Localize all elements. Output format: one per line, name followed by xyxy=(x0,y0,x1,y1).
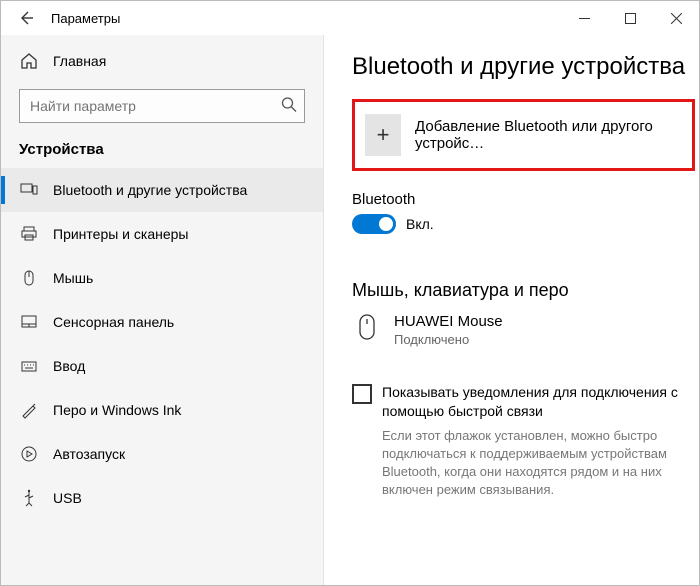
keyboard-icon xyxy=(19,357,39,375)
swift-pair-row: Показывать уведомления для подключения с… xyxy=(352,383,685,421)
sidebar-item-pen[interactable]: Перо и Windows Ink xyxy=(1,388,323,432)
devices-heading: Мышь, клавиатура и перо xyxy=(352,280,699,301)
window-controls xyxy=(561,1,699,35)
home-label: Главная xyxy=(53,53,106,69)
bluetooth-toggle-row: Вкл. xyxy=(352,214,699,234)
sidebar-item-mouse[interactable]: Мышь xyxy=(1,256,323,300)
sidebar-item-autoplay[interactable]: Автозапуск xyxy=(1,432,323,476)
page-title: Bluetooth и другие устройства xyxy=(352,53,699,81)
mouse-icon xyxy=(19,269,39,287)
pen-icon xyxy=(19,401,39,419)
arrow-left-icon xyxy=(18,10,34,26)
sidebar-item-touchpad[interactable]: Сенсорная панель xyxy=(1,300,323,344)
minimize-button[interactable] xyxy=(561,1,607,35)
sidebar-item-usb[interactable]: USB xyxy=(1,476,323,520)
maximize-button[interactable] xyxy=(607,1,653,35)
sidebar-item-label: Перо и Windows Ink xyxy=(53,402,181,418)
bluetooth-toggle[interactable] xyxy=(352,214,396,234)
sidebar-item-label: USB xyxy=(53,490,82,506)
devices-icon xyxy=(19,181,39,199)
sidebar-item-label: Принтеры и сканеры xyxy=(53,226,188,242)
bluetooth-heading: Bluetooth xyxy=(352,191,699,208)
swift-pair-checkbox[interactable] xyxy=(352,384,372,404)
device-name: HUAWEI Mouse xyxy=(394,313,503,330)
sidebar-item-label: Мышь xyxy=(53,270,93,286)
device-text: HUAWEI Mouse Подключено xyxy=(394,313,503,347)
sidebar-item-printers[interactable]: Принтеры и сканеры xyxy=(1,212,323,256)
sidebar-item-typing[interactable]: Ввод xyxy=(1,344,323,388)
usb-icon xyxy=(19,489,39,507)
printer-icon xyxy=(19,225,39,243)
swift-pair-helper: Если этот флажок установлен, можно быстр… xyxy=(352,427,685,500)
autoplay-icon xyxy=(19,445,39,463)
sidebar-item-label: Автозапуск xyxy=(53,446,125,462)
bluetooth-toggle-label: Вкл. xyxy=(406,216,434,232)
main-panel: Bluetooth и другие устройства + Добавлен… xyxy=(324,35,699,585)
sidebar: Главная Устройства Bluetooth и другие ус… xyxy=(1,35,324,585)
sidebar-item-label: Bluetooth и другие устройства xyxy=(53,182,247,198)
device-status: Подключено xyxy=(394,332,503,347)
sidebar-item-label: Сенсорная панель xyxy=(53,314,174,330)
settings-window: Параметры Главная Устройства xyxy=(0,0,700,586)
plus-icon: + xyxy=(365,114,401,156)
window-title: Параметры xyxy=(51,11,120,26)
home-link[interactable]: Главная xyxy=(1,41,323,81)
category-header: Устройства xyxy=(1,133,323,168)
back-button[interactable] xyxy=(9,1,43,35)
body: Главная Устройства Bluetooth и другие ус… xyxy=(1,35,699,585)
search-icon xyxy=(281,97,297,116)
home-icon xyxy=(19,52,39,70)
titlebar: Параметры xyxy=(1,1,699,35)
sidebar-item-bluetooth[interactable]: Bluetooth и другие устройства xyxy=(1,168,323,212)
swift-pair-label: Показывать уведомления для подключения с… xyxy=(382,383,685,421)
close-button[interactable] xyxy=(653,1,699,35)
touchpad-icon xyxy=(19,313,39,331)
mouse-device-icon xyxy=(354,313,380,341)
add-device-label: Добавление Bluetooth или другого устройс… xyxy=(415,118,682,152)
add-device-button[interactable]: + Добавление Bluetooth или другого устро… xyxy=(365,112,682,158)
search-input[interactable] xyxy=(19,89,305,123)
sidebar-item-label: Ввод xyxy=(53,358,85,374)
search-wrap xyxy=(19,89,305,123)
add-device-highlight: + Добавление Bluetooth или другого устро… xyxy=(352,99,695,171)
device-item[interactable]: HUAWEI Mouse Подключено xyxy=(352,313,699,347)
